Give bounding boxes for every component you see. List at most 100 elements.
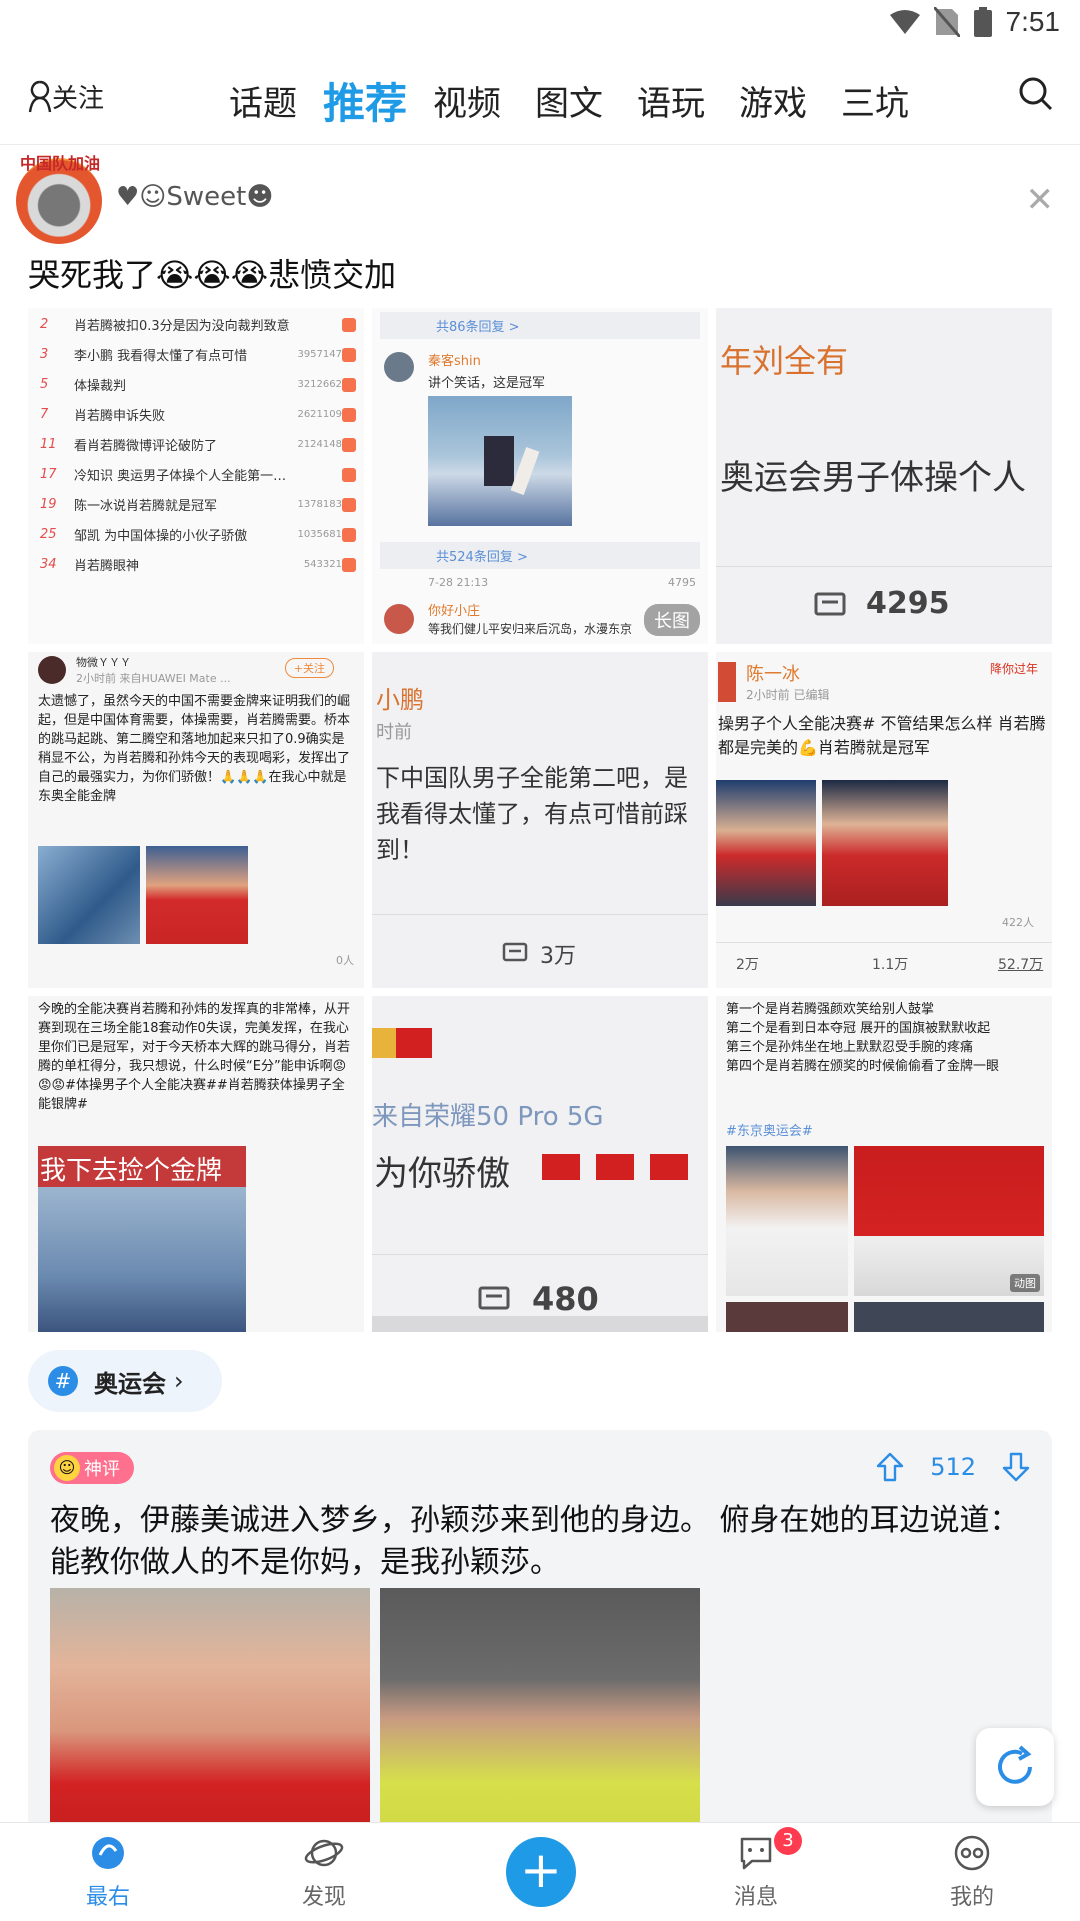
topic-name: 奥运会 [94,1369,166,1398]
heat-count: 2621109 [297,409,342,420]
zoom-username: 小鹏 [376,686,424,714]
hot-list-row: 2 肖若腾被扣0.3分是因为没向裁判致意 [28,310,364,339]
rank-number: 17 [40,467,57,482]
clock: 7:51 [1005,6,1061,37]
share-count: 2万 [736,957,759,973]
home-logo-icon [92,1837,124,1869]
tab-topic[interactable]: 话题 [212,76,314,125]
message-badge: 3 [774,1827,802,1855]
follow-button: +关注 [284,658,334,678]
image-chen-yibing-post[interactable]: 陈一冰 降你过年 2小时前 已编辑 操男子个人全能决赛# 不管结果怎么样 肖若腾… [716,652,1052,988]
god-comment-badge: ☺ 神评 [50,1452,134,1484]
planet-icon [304,1839,344,1867]
vault-photo [428,396,572,526]
nav-discover-label: 发现 [301,1885,346,1910]
weibo-meta: 2小时前 来自HUAWEI Mate ... [76,672,231,685]
moments-text: 第一个是肖若腾强颜欢笑给别人鼓掌 第二个是看到日本夺冠 展开的国旗被默默收起 第… [726,1002,1000,1074]
battery-icon [973,7,992,37]
post-user: 陈一冰 [746,664,800,685]
smile-icon: ☺ [54,1455,80,1481]
nav-messages[interactable]: 3 消息 [696,1827,816,1911]
meme-caption: 我下去捡个金牌 [40,1156,223,1186]
device-text: 来自荣耀50 Pro 5G [372,1102,604,1132]
weibo-text: 太遗憾了，虽然今天的中国不需要金牌来证明我们的崛起，但是中国体育需要，体操需要，… [38,694,351,804]
image-comment-zoom-3[interactable]: 来自荣耀50 Pro 5G 为你骄傲 480 [372,996,708,1332]
nav-discover[interactable]: 发现 [264,1833,384,1911]
gymnast-photo [822,780,948,906]
avatar [384,352,414,382]
comment-user-2: 你好小庄 [428,604,481,619]
downvote-icon[interactable] [1002,1452,1030,1482]
post-text: 哭死我了😭😭😭悲愤交加 [28,256,397,294]
nav-profile[interactable]: 我的 [912,1833,1032,1911]
image-gymnast-opinion[interactable]: 今晚的全能决赛肖若腾和孙炜的发挥真的非常棒，从开赛到现在三场全能18套动作0失误… [28,996,364,1332]
ito-mima-photo[interactable] [380,1588,700,1830]
tab-game[interactable]: 游戏 [722,76,824,125]
close-icon[interactable]: ✕ [1026,180,1055,220]
tab-voice[interactable]: 语玩 [620,76,722,125]
comment-count: 3万 [540,944,576,969]
tab-image-text[interactable]: 图文 [518,76,620,125]
hot-topic: 肖若腾被扣0.3分是因为没向裁判致意 [74,319,290,334]
image-comment-thread[interactable]: 共86条回复 > 秦客shin 讲个笑话，这是冠军 共524条回复 > 7-28… [372,308,708,644]
search-button[interactable] [1018,76,1054,116]
avatar [718,662,736,702]
follow-icon [28,80,52,112]
image-four-moments[interactable]: 第一个是肖若腾强颜欢笑给别人鼓掌 第二个是看到日本夺冠 展开的国旗被默默收起 第… [716,996,1052,1332]
hot-list-row: 11 看肖若腾微博评论破防了 2124148 [28,430,364,459]
nav-messages-label: 消息 [733,1885,778,1910]
reply-count-2: 共524条回复 > [380,542,700,569]
heat-count: 2124148 [297,439,342,450]
username[interactable]: ♥☺Sweet☻ [116,182,273,212]
comment-count: 4295 [866,586,950,621]
search-icon [1019,77,1053,111]
profile-glasses-icon [954,1835,990,1871]
reply-count-1: 共86条回复 > [380,312,700,339]
hot-tag [342,407,356,422]
like-people: 422人 [1002,916,1034,929]
tab-video[interactable]: 视频 [416,76,518,125]
upvote-icon[interactable] [876,1452,904,1482]
rank-number: 34 [40,557,57,572]
hot-topic: 陈一冰说肖若腾就是冠军 [74,499,218,514]
vote-count: 512 [930,1453,976,1481]
follow-button[interactable]: 关注 [28,78,104,115]
hot-list-row: 3 李小鹏 我看得太懂了有点可惜 3957147 [28,340,364,369]
top-comment-card[interactable]: ☺ 神评 512 夜晚，伊藤美诚进入梦乡，孙颖莎来到他的身边。 俯身在她的耳边说… [28,1430,1052,1830]
opinion-text: 今晚的全能决赛肖若腾和孙炜的发挥真的非常棒，从开赛到现在三场全能18套动作0失误… [38,1002,351,1112]
hot-topic: 李小鹏 我看得太懂了有点可惜 [74,349,248,364]
heat-count: 3212662 [297,379,342,390]
comment-icon [502,942,528,962]
heat-count: 1378183 [297,499,342,510]
refresh-button[interactable] [976,1728,1054,1806]
nav-profile-label: 我的 [949,1885,994,1910]
image-comment-zoom-1[interactable]: 年刘全有 奥运会男子体操个人 4295 [716,308,1052,644]
message-icon [740,1837,772,1870]
hot-tag [342,317,356,332]
tab-recommend[interactable]: 推荐 [314,70,416,131]
status-bar: 7:51 [0,0,1080,50]
refresh-icon [998,1745,1032,1784]
hot-topic: 冷知识 奥运男子体操个人全能第一… [74,469,287,484]
nav-home-label: 最右 [85,1885,130,1910]
sun-yingsha-photo[interactable] [50,1588,370,1830]
nav-home[interactable]: 最右 [48,1833,168,1911]
create-post-button[interactable]: + [506,1837,576,1907]
feed-tabs: 话题 推荐 视频 图文 语玩 游戏 三坑 [212,70,926,131]
zoom-username: 年刘全有 [720,342,849,380]
image-hot-list[interactable]: 2 肖若腾被扣0.3分是因为没向裁判致意 3 李小鹏 我看得太懂了有点可惜 395714… [28,308,364,644]
wifi-icon [889,10,920,34]
image-weibo-post[interactable]: 物微ＹＹＹ 2小时前 来自HUAWEI Mate ... +关注 太遗憾了，虽然… [28,652,364,988]
tab-three-pits[interactable]: 三坑 [824,76,926,125]
rank-number: 2 [40,317,49,332]
photo: 动图 [854,1146,1044,1296]
like-count: 4795 [668,576,696,589]
image-grid: 2 肖若腾被扣0.3分是因为没向裁判致意 3 李小鹏 我看得太懂了有点可惜 395714… [28,308,1052,1332]
image-comment-zoom-2[interactable]: 小鹏 时前 下中国队男子全能第二吧，是我看得太懂了，有点可惜前踩到！ 3万 [372,652,708,988]
zoom-time: 时前 [376,722,412,743]
long-image-tag: 长图 [644,604,700,636]
vote-controls: 512 [876,1452,1030,1482]
hashtag-icon: # [48,1366,78,1396]
topic-chip[interactable]: # 奥运会 › [28,1350,222,1412]
zoom-text: 奥运会男子体操个人 [720,458,1026,498]
